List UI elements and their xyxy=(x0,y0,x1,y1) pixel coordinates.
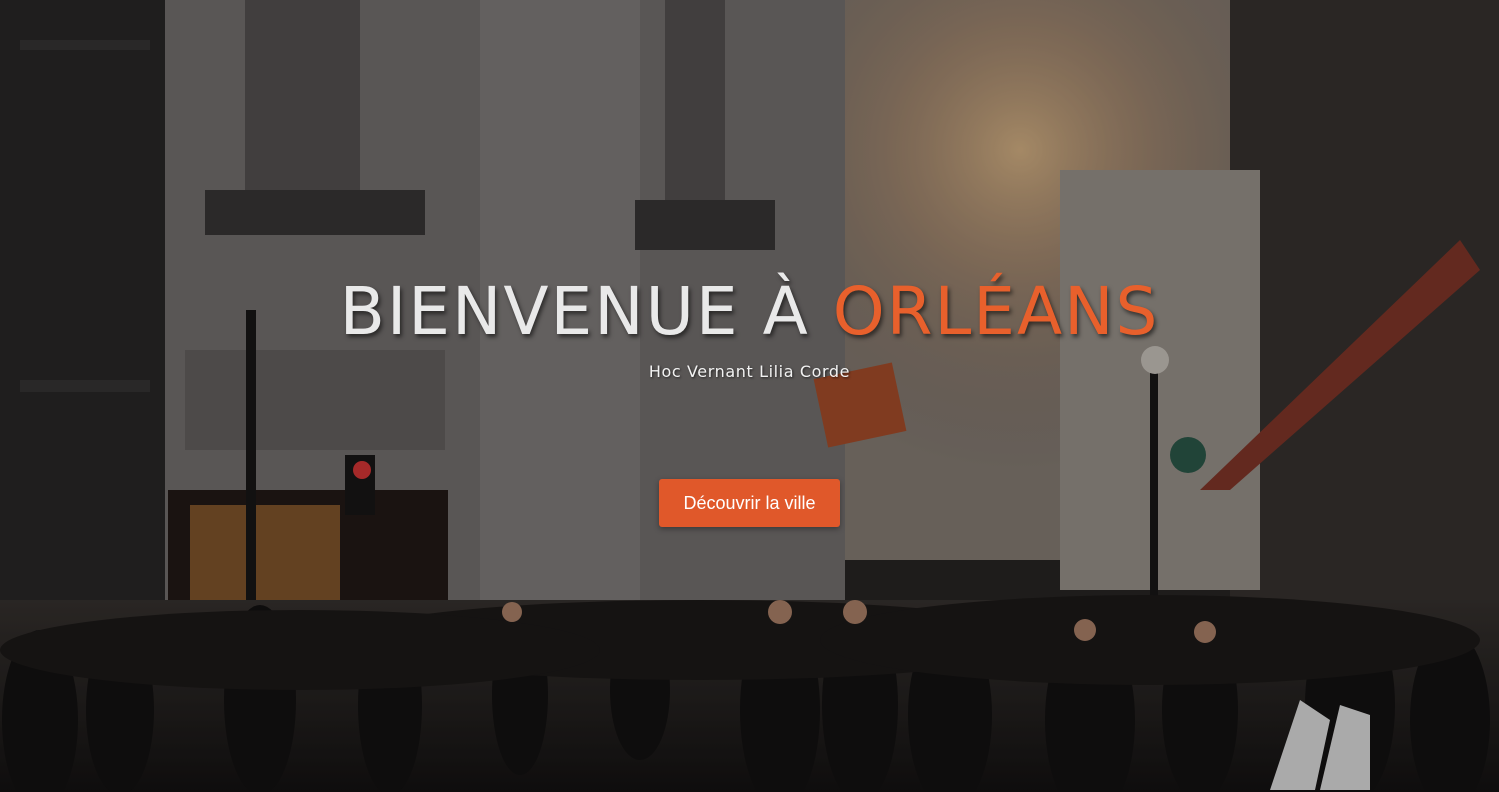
hero-title-main: BIENVENUE À xyxy=(339,273,833,350)
discover-city-button[interactable]: Découvrir la ville xyxy=(659,479,840,527)
hero-subtitle: Hoc Vernant Lilia Corde xyxy=(648,362,851,381)
hero-section: BIENVENUE À ORLÉANS Hoc Vernant Lilia Co… xyxy=(0,0,1499,792)
hero-content: BIENVENUE À ORLÉANS Hoc Vernant Lilia Co… xyxy=(0,270,1499,527)
hero-title: BIENVENUE À ORLÉANS xyxy=(0,270,1499,354)
hero-title-accent: ORLÉANS xyxy=(832,273,1160,350)
